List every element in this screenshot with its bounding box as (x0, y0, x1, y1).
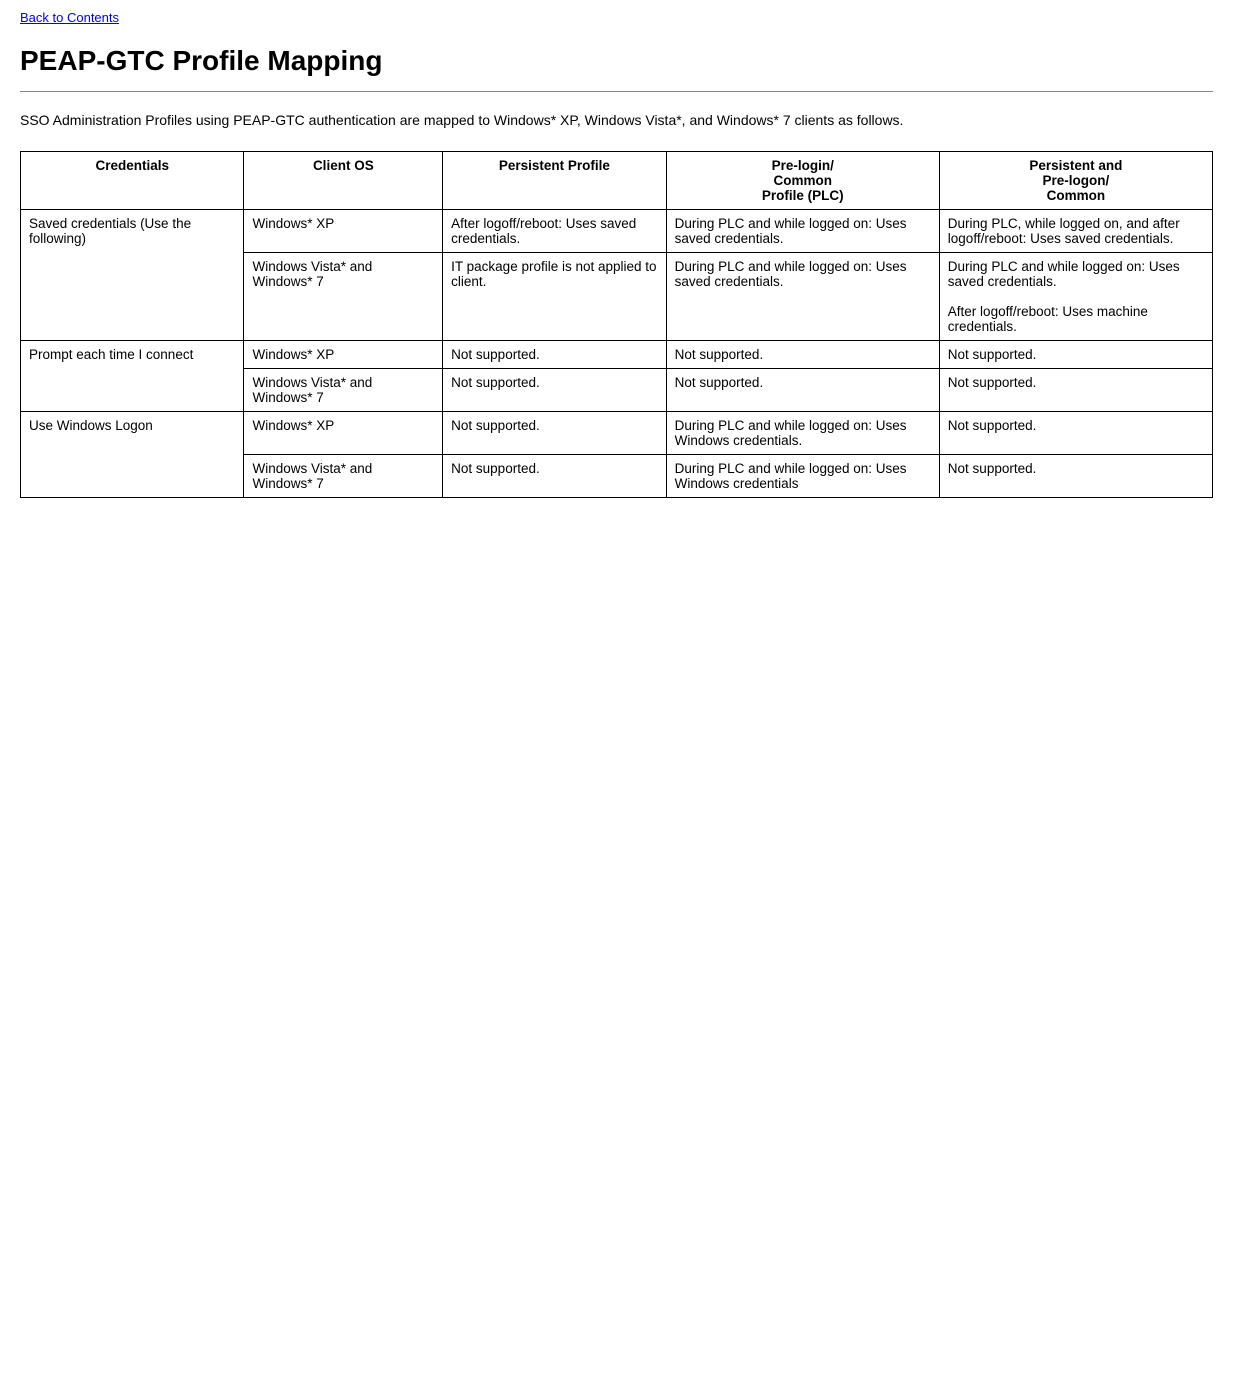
cell-persistent-and: During PLC, while logged on, and after l… (939, 210, 1212, 253)
cell-prelogin: During PLC and while logged on: Uses Win… (666, 412, 939, 455)
header-persistent: Persistent Profile (443, 152, 666, 210)
header-credentials: Credentials (21, 152, 244, 210)
cell-persistent: Not supported. (443, 412, 666, 455)
table-row: Prompt each time I connectWindows* XPNot… (21, 341, 1213, 369)
cell-client-os: Windows Vista* and Windows* 7 (244, 253, 443, 341)
cell-prelogin: Not supported. (666, 341, 939, 369)
cell-credentials: Use Windows Logon (21, 412, 244, 498)
cell-persistent: After logoff/reboot: Uses saved credenti… (443, 210, 666, 253)
cell-persistent-and: Not supported. (939, 341, 1212, 369)
cell-client-os: Windows Vista* and Windows* 7 (244, 455, 443, 498)
cell-client-os: Windows* XP (244, 341, 443, 369)
cell-persistent: IT package profile is not applied to cli… (443, 253, 666, 341)
cell-persistent-and: Not supported. (939, 369, 1212, 412)
cell-persistent-and: Not supported. (939, 455, 1212, 498)
cell-client-os: Windows Vista* and Windows* 7 (244, 369, 443, 412)
intro-paragraph: SSO Administration Profiles using PEAP-G… (20, 110, 1213, 131)
cell-prelogin: During PLC and while logged on: Uses sav… (666, 210, 939, 253)
cell-client-os: Windows* XP (244, 210, 443, 253)
cell-prelogin: During PLC and while logged on: Uses Win… (666, 455, 939, 498)
cell-persistent: Not supported. (443, 341, 666, 369)
cell-persistent-and: Not supported. (939, 412, 1212, 455)
back-to-contents-link[interactable]: Back to Contents (20, 10, 1213, 25)
divider (20, 91, 1213, 92)
header-persistent-and: Persistent andPre-logon/Common (939, 152, 1212, 210)
cell-persistent: Not supported. (443, 369, 666, 412)
peap-gtc-table: Credentials Client OS Persistent Profile… (20, 151, 1213, 498)
table-row: Use Windows LogonWindows* XPNot supporte… (21, 412, 1213, 455)
header-client-os: Client OS (244, 152, 443, 210)
cell-prelogin: During PLC and while logged on: Uses sav… (666, 253, 939, 341)
page-title: PEAP-GTC Profile Mapping (20, 45, 1213, 77)
cell-credentials: Prompt each time I connect (21, 341, 244, 412)
cell-client-os: Windows* XP (244, 412, 443, 455)
cell-persistent-and: During PLC and while logged on: Uses sav… (939, 253, 1212, 341)
cell-persistent: Not supported. (443, 455, 666, 498)
cell-prelogin: Not supported. (666, 369, 939, 412)
header-prelogin: Pre-login/CommonProfile (PLC) (666, 152, 939, 210)
table-row: Saved credentials (Use the following)Win… (21, 210, 1213, 253)
cell-credentials: Saved credentials (Use the following) (21, 210, 244, 341)
